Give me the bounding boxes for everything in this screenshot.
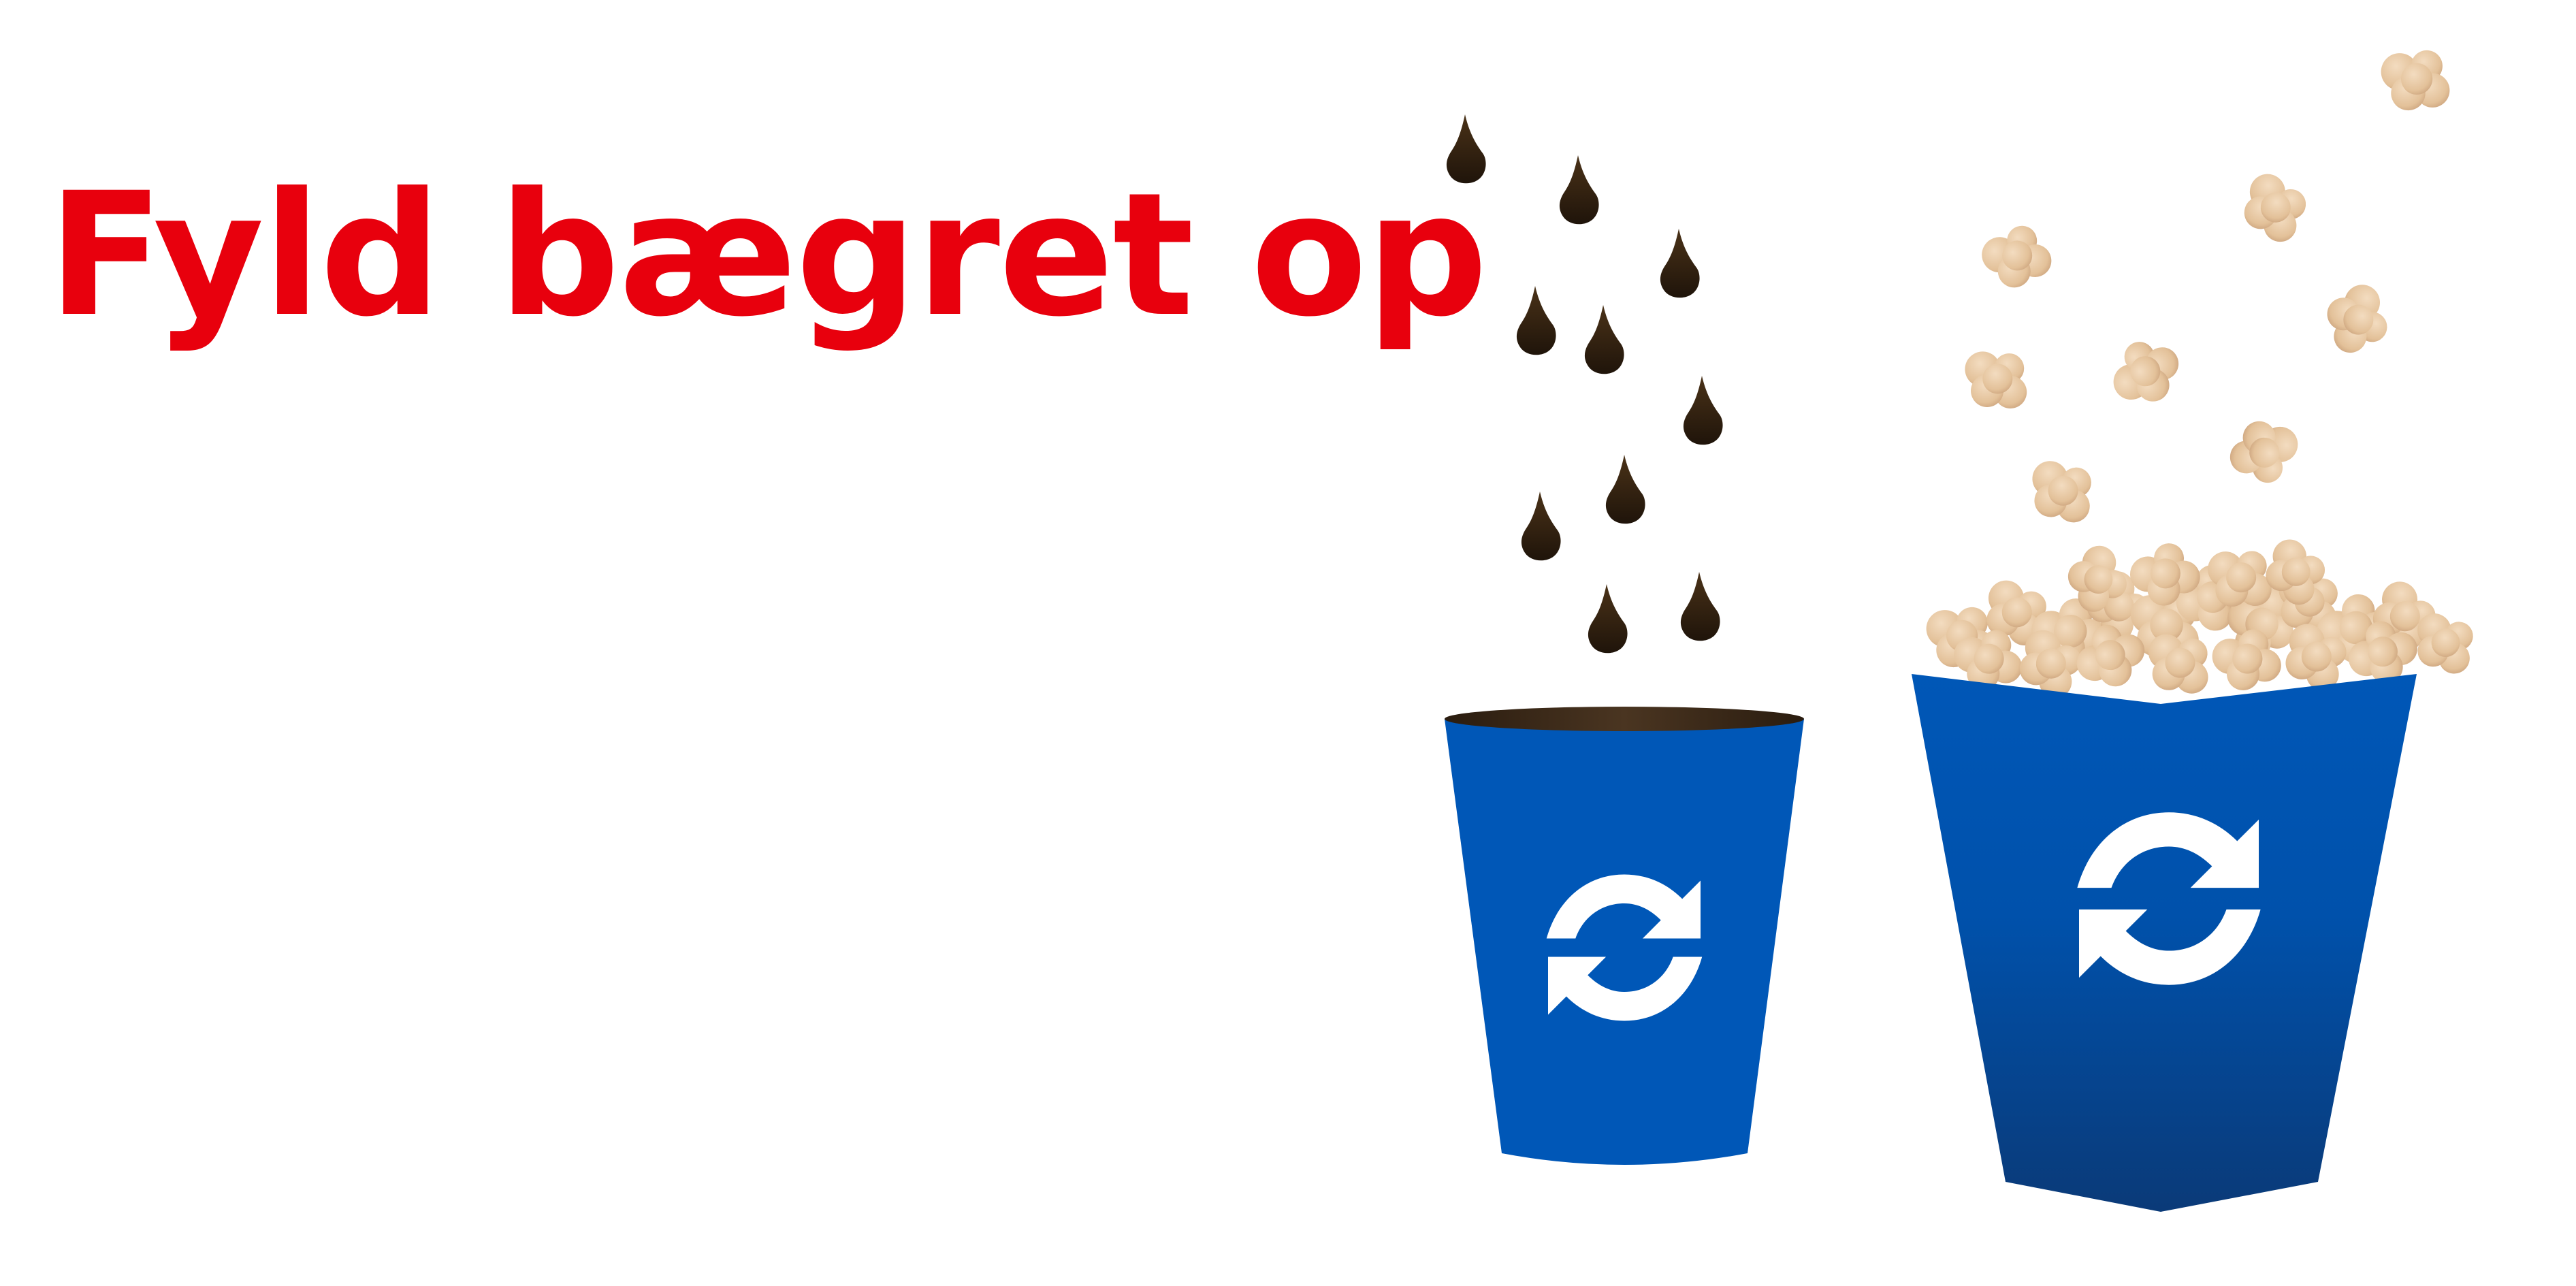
popcorn-kernel <box>2323 281 2391 356</box>
flying-popcorn <box>1959 50 2450 530</box>
bucket-body <box>1912 674 2417 1212</box>
coffee-drop <box>1446 114 1486 184</box>
popcorn-bucket <box>1912 674 2417 1212</box>
drink-cup <box>1445 707 1804 1165</box>
popcorn-kernel <box>2381 50 2450 111</box>
coffee-drop <box>1521 492 1561 561</box>
coffee-drop <box>1660 229 1700 298</box>
coffee-drops <box>1446 114 1723 654</box>
popcorn-kernel <box>2020 453 2102 530</box>
coffee-drop <box>1559 155 1599 225</box>
coffee-drop <box>1680 572 1720 641</box>
coffee-drop <box>1588 584 1628 654</box>
coffee-drop <box>1516 286 1556 355</box>
popcorn-kernel <box>1976 219 2057 295</box>
cup-rim <box>1445 707 1804 731</box>
coffee-drop <box>1683 376 1723 445</box>
popcorn-kernel <box>2230 164 2317 251</box>
coffee-drop <box>1584 305 1624 374</box>
illustration <box>1445 50 2484 1212</box>
coffee-drop <box>1605 455 1645 524</box>
cup-body <box>1445 719 1804 1165</box>
popcorn-kernel <box>2104 330 2187 416</box>
page: Fyld bægret op <box>0 0 2576 1286</box>
popcorn-kernel <box>1959 346 2033 414</box>
popcorn-kernel <box>2221 407 2308 494</box>
